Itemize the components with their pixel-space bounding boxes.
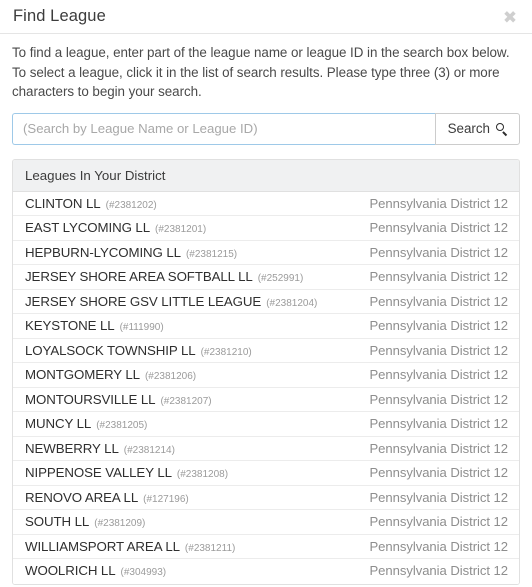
league-id: (#2381215) bbox=[185, 248, 238, 260]
search-button[interactable]: Search bbox=[434, 112, 520, 145]
league-row-left: WOOLRICH LL (#304993) bbox=[25, 563, 166, 578]
league-row-left: MUNCY LL (#2381205) bbox=[25, 416, 147, 431]
league-id: (#2381204) bbox=[266, 297, 318, 309]
league-row-left: EAST LYCOMING LL (#2381201) bbox=[25, 220, 206, 235]
league-district: Pennsylvania District 12 bbox=[369, 391, 508, 407]
league-district: Pennsylvania District 12 bbox=[369, 220, 508, 235]
league-row[interactable]: CLINTON LL (#2381202) Pennsylvania Distric… bbox=[13, 191, 519, 216]
league-row-left: RENOVO AREA LL (#127196) bbox=[25, 490, 189, 505]
league-row-left: MONTOURSVILLE LL (#2381207) bbox=[25, 392, 212, 407]
league-row[interactable]: NIPPENOSE VALLEY LL (#2381208) Pennsylvani… bbox=[13, 461, 519, 486]
league-row[interactable]: JERSEY SHORE GSV LITTLE LEAGUE (#2381204)… bbox=[13, 289, 519, 314]
league-name: MONTOURSVILLE LL bbox=[25, 391, 156, 407]
league-row[interactable]: EAST LYCOMING LL (#2381201) Pennsylvania D… bbox=[13, 216, 519, 241]
league-row-left: HEPBURN-LYCOMING LL (#2381215) bbox=[25, 245, 237, 260]
close-icon[interactable]: ✖ bbox=[499, 6, 521, 28]
league-id: (#2381210) bbox=[200, 346, 252, 358]
league-name: RENOVO AREA LL bbox=[25, 489, 139, 505]
league-row[interactable]: LOYALSOCK TOWNSHIP LL (#2381210) Pennsylva… bbox=[13, 338, 519, 363]
league-district: Pennsylvania District 12 bbox=[369, 563, 508, 578]
league-district: Pennsylvania District 12 bbox=[369, 440, 508, 456]
league-district: Pennsylvania District 12 bbox=[369, 489, 508, 505]
league-id: (#2381208) bbox=[176, 469, 229, 480]
league-row-left: LOYALSOCK TOWNSHIP LL (#2381210) bbox=[25, 343, 252, 358]
find-league-dialog: Find League ✖ To find a league, enter pa… bbox=[0, 0, 532, 587]
results-header: Leagues In Your District bbox=[13, 159, 519, 192]
league-district: Pennsylvania District 12 bbox=[369, 342, 508, 358]
league-row-left: MONTGOMERY LL (#2381206) bbox=[25, 367, 196, 382]
league-row[interactable]: MONTGOMERY LL (#2381206) Pennsylvania Dist… bbox=[13, 363, 519, 388]
league-row[interactable]: SOUTH LL (#2381209) Pennsylvania District … bbox=[13, 510, 519, 535]
league-district: Pennsylvania District 12 bbox=[369, 318, 508, 333]
dialog-body: To find a league, enter part of the leag… bbox=[0, 34, 532, 585]
league-id: (#2381206) bbox=[144, 371, 197, 382]
league-name: MUNCY LL bbox=[25, 416, 92, 431]
league-id: (#2381209) bbox=[94, 518, 146, 529]
league-row-left: NEWBERRY LL (#2381214) bbox=[25, 441, 175, 456]
league-name: SOUTH LL bbox=[25, 514, 90, 529]
league-district: Pennsylvania District 12 bbox=[369, 293, 508, 309]
league-name: WOOLRICH LL bbox=[25, 563, 116, 578]
league-id: (#127196) bbox=[143, 493, 189, 505]
league-id: (#304993) bbox=[120, 567, 167, 578]
league-id: (#252991) bbox=[257, 273, 304, 284]
league-row[interactable]: WOOLRICH LL (#304993) Pennsylvania Distric… bbox=[13, 559, 519, 584]
league-district: Pennsylvania District 12 bbox=[369, 514, 508, 529]
league-row[interactable]: KEYSTONE LL (#111990) Pennsylvania Distric… bbox=[13, 314, 519, 339]
league-district: Pennsylvania District 12 bbox=[369, 416, 508, 431]
league-name: WILLIAMSPORT AREA LL bbox=[25, 538, 180, 554]
league-row-left: CLINTON LL (#2381202) bbox=[25, 196, 157, 211]
league-id: (#2381201) bbox=[155, 224, 207, 235]
league-name: NEWBERRY LL bbox=[25, 440, 119, 456]
league-id: (#2381214) bbox=[123, 444, 175, 456]
results-panel: Leagues In Your District CLINTON LL (#238… bbox=[12, 158, 520, 585]
league-district: Pennsylvania District 12 bbox=[369, 538, 508, 554]
results-list: CLINTON LL (#2381202) Pennsylvania Distric… bbox=[13, 191, 519, 584]
league-row-left: KEYSTONE LL (#111990) bbox=[25, 318, 164, 333]
league-name: JERSEY SHORE AREA SOFTBALL LL bbox=[25, 269, 253, 284]
league-row-left: SOUTH LL (#2381209) bbox=[25, 514, 145, 529]
league-name: JERSEY SHORE GSV LITTLE LEAGUE bbox=[25, 293, 262, 309]
league-name: MONTGOMERY LL bbox=[25, 367, 140, 382]
league-name: HEPBURN-LYCOMING LL bbox=[25, 244, 181, 260]
league-name: KEYSTONE LL bbox=[25, 318, 115, 333]
league-row[interactable]: RENOVO AREA LL (#127196) Pennsylvania Dist… bbox=[13, 485, 519, 510]
dialog-title: Find League bbox=[13, 7, 106, 26]
league-id: (#111990) bbox=[119, 322, 164, 333]
league-id: (#2381211) bbox=[184, 542, 236, 554]
magnifier-icon bbox=[496, 122, 508, 135]
league-district: Pennsylvania District 12 bbox=[369, 367, 508, 382]
league-row-left: NIPPENOSE VALLEY LL (#2381208) bbox=[25, 465, 228, 480]
league-district: Pennsylvania District 12 bbox=[369, 465, 508, 480]
league-id: (#2381207) bbox=[160, 395, 212, 407]
league-name: EAST LYCOMING LL bbox=[25, 220, 151, 235]
league-name: LOYALSOCK TOWNSHIP LL bbox=[25, 342, 196, 358]
league-district: Pennsylvania District 12 bbox=[369, 244, 508, 260]
search-button-label: Search bbox=[447, 121, 490, 136]
league-row[interactable]: MUNCY LL (#2381205) Pennsylvania District … bbox=[13, 412, 519, 437]
league-row[interactable]: MONTOURSVILLE LL (#2381207) Pennsylvania D… bbox=[13, 387, 519, 412]
league-row-left: JERSEY SHORE GSV LITTLE LEAGUE (#2381204) bbox=[25, 294, 317, 309]
league-row[interactable]: WILLIAMSPORT AREA LL (#2381211) Pennsylvan… bbox=[13, 534, 519, 559]
league-name: NIPPENOSE VALLEY LL bbox=[25, 465, 172, 480]
league-id: (#2381205) bbox=[96, 420, 148, 431]
league-district: Pennsylvania District 12 bbox=[369, 269, 508, 284]
search-input[interactable] bbox=[12, 112, 435, 145]
search-row: Search bbox=[12, 112, 520, 145]
league-name: CLINTON LL bbox=[25, 195, 101, 211]
league-row-left: JERSEY SHORE AREA SOFTBALL LL (#252991) bbox=[25, 269, 303, 284]
league-row-left: WILLIAMSPORT AREA LL (#2381211) bbox=[25, 539, 235, 554]
league-row[interactable]: NEWBERRY LL (#2381214) Pennsylvania Distri… bbox=[13, 436, 519, 461]
league-row[interactable]: JERSEY SHORE AREA SOFTBALL LL (#252991) Pe… bbox=[13, 265, 519, 290]
league-district: Pennsylvania District 12 bbox=[369, 195, 508, 211]
league-id: (#2381202) bbox=[105, 199, 157, 211]
league-row[interactable]: HEPBURN-LYCOMING LL (#2381215) Pennsylvani… bbox=[13, 240, 519, 265]
dialog-header: Find League ✖ bbox=[0, 0, 532, 34]
instructions-text: To find a league, enter part of the leag… bbox=[12, 45, 510, 99]
